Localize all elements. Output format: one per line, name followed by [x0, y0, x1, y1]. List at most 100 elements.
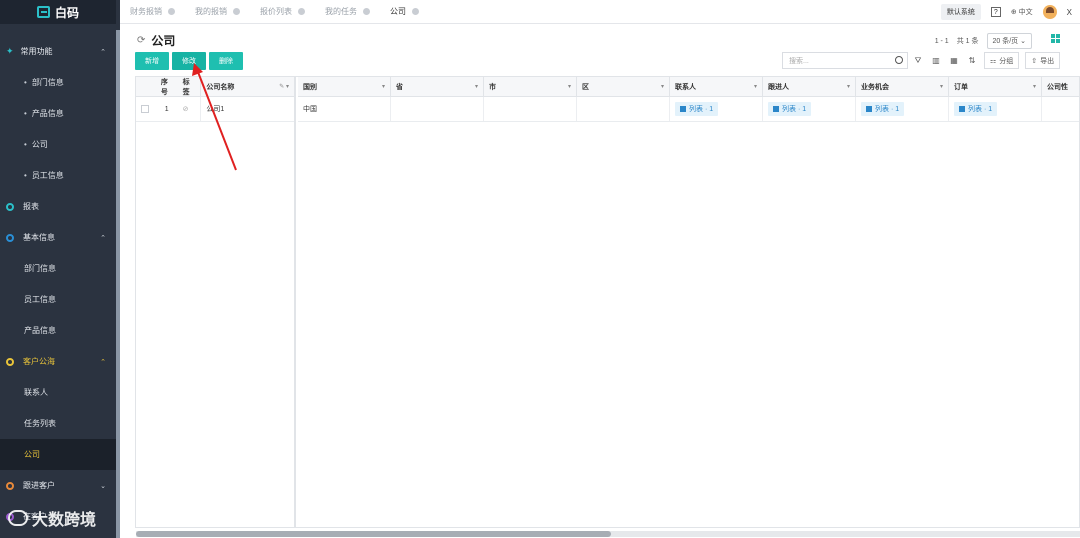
pager-range: 1 - 1 — [934, 37, 949, 45]
filter-icon[interactable]: ⛛ — [912, 52, 924, 69]
sidebar-group-reports[interactable]: 报表 — [0, 191, 116, 222]
add-button[interactable]: 新增 — [135, 52, 169, 70]
refresh-icon[interactable]: ⟳ — [137, 35, 145, 46]
tab-finance-reimburse[interactable]: 财务报销 — [120, 0, 185, 24]
sidebar-group-customer-pool[interactable]: 客户公海 ⌃ — [0, 346, 116, 377]
cell-orders[interactable]: 列表 · 1 — [949, 97, 1042, 121]
sidebar-item-contacts[interactable]: 联系人 — [0, 377, 116, 408]
sidebar-item-department[interactable]: 部门信息 — [0, 67, 116, 98]
table-row[interactable]: 中国 列表 · 1 列表 · 1 列表 · 1 列表 · 1 — [298, 97, 1079, 122]
tab-my-tasks[interactable]: 我的任务 — [315, 0, 380, 24]
list-tag[interactable]: 列表 · 1 — [768, 102, 812, 116]
header-city[interactable]: 市 ▾ — [484, 77, 577, 96]
header-opportunity[interactable]: 业务机会 ▾ — [856, 77, 949, 96]
group-button[interactable]: ⚏ 分组 — [984, 52, 1020, 69]
tab-quote-list[interactable]: 报价列表 — [250, 0, 315, 24]
caret-down-icon[interactable]: ▾ — [568, 83, 571, 90]
chart-icon[interactable]: ▥ — [930, 52, 942, 69]
close-icon[interactable] — [298, 8, 305, 15]
sidebar-item-company-active[interactable]: 公司 — [0, 439, 116, 470]
sidebar-item-department[interactable]: 部门信息 — [0, 253, 116, 284]
header-contacts[interactable]: 联系人 ▾ — [670, 77, 763, 96]
tab-company[interactable]: 公司 — [380, 0, 429, 24]
close-icon[interactable] — [233, 8, 240, 15]
sidebar-item-task-list[interactable]: 任务列表 — [0, 408, 116, 439]
search-input[interactable]: 搜索... — [782, 52, 908, 69]
sidebar-item-product[interactable]: 产品信息 — [0, 315, 116, 346]
circle-icon — [6, 357, 14, 366]
caret-down-icon[interactable]: ▾ — [940, 83, 943, 90]
search-icon[interactable] — [895, 56, 903, 64]
caret-down-icon[interactable]: ▾ — [661, 83, 664, 90]
caret-down-icon[interactable]: ▾ — [754, 83, 757, 90]
help-icon[interactable]: ? — [990, 7, 1001, 17]
edit-button[interactable]: 修改 — [172, 52, 206, 70]
cell-company-name[interactable]: 公司1 — [201, 97, 294, 121]
user-name[interactable]: X — [1067, 8, 1072, 17]
sidebar-group-basic-info[interactable]: 基本信息 ⌃ — [0, 222, 116, 253]
row-checkbox[interactable] — [141, 105, 149, 113]
caret-down-icon[interactable]: ▾ — [475, 83, 478, 90]
app-name: 白码 — [54, 5, 79, 20]
header-country[interactable]: 国别 ▾ — [298, 77, 391, 96]
cell-country[interactable]: 中国 — [298, 97, 391, 121]
sidebar: 白码 ✦ 常用功能 ⌃ 部门信息 产品信息 公司 员工信息 报表 基本信息 ⌃ … — [0, 0, 120, 538]
avatar[interactable] — [1042, 5, 1057, 19]
sidebar-group-label: 跟进客户 — [23, 481, 55, 490]
close-icon[interactable] — [363, 8, 370, 15]
pin-icon[interactable]: ✎ ▾ — [279, 83, 289, 90]
header-company-type[interactable]: 公司性 — [1042, 77, 1079, 96]
header-label: 订单 — [954, 83, 968, 91]
list-icon — [773, 106, 779, 112]
layout-grid-icon[interactable] — [1051, 34, 1060, 43]
close-icon[interactable] — [412, 8, 419, 15]
tab-my-reimburse[interactable]: 我的报销 — [185, 0, 250, 24]
list-tag[interactable]: 列表 · 1 — [675, 102, 719, 116]
cell-district[interactable] — [577, 97, 670, 121]
cell-province[interactable] — [391, 97, 484, 121]
sidebar-item-employee[interactable]: 员工信息 — [0, 284, 116, 315]
scrollbar-thumb[interactable] — [136, 531, 611, 537]
star-icon: ✦ — [6, 46, 14, 56]
sidebar-scrollbar[interactable] — [116, 30, 120, 538]
sidebar-item-product[interactable]: 产品信息 — [0, 98, 116, 129]
cell-follower[interactable]: 列表 · 1 — [763, 97, 856, 121]
header-follower[interactable]: 跟进人 ▾ — [763, 77, 856, 96]
header-province[interactable]: 省 ▾ — [391, 77, 484, 96]
header-company-name[interactable]: 公司名称 ✎ ▾ — [201, 77, 294, 96]
export-button[interactable]: ⇧ 导出 — [1025, 52, 1061, 69]
header-orders[interactable]: 订单 ▾ — [949, 77, 1042, 96]
sidebar-group-follow-up[interactable]: 跟进客户 ⌄ — [0, 470, 116, 501]
sort-icon[interactable]: ⇅ — [966, 52, 978, 69]
caret-down-icon[interactable]: ▾ — [382, 83, 385, 90]
list-tag[interactable]: 列表 · 1 — [861, 102, 905, 116]
delete-button[interactable]: 删除 — [209, 52, 243, 70]
cell-city[interactable] — [484, 97, 577, 121]
table-row[interactable]: 1 ⊘ 公司1 — [136, 97, 294, 122]
header-district[interactable]: 区 ▾ — [577, 77, 670, 96]
cell-opportunity[interactable]: 列表 · 1 — [856, 97, 949, 121]
system-switch-button[interactable]: 默认系统 — [940, 4, 981, 20]
caret-down-icon[interactable]: ▾ — [847, 83, 850, 90]
sidebar-item-company[interactable]: 公司 — [0, 129, 116, 160]
horizontal-scrollbar[interactable] — [136, 531, 1080, 537]
cell-contacts[interactable]: 列表 · 1 — [670, 97, 763, 121]
app-logo[interactable]: 白码 — [0, 0, 116, 24]
header-label: 区 — [582, 83, 589, 91]
sidebar-group-common[interactable]: ✦ 常用功能 ⌃ — [0, 36, 116, 67]
calculator-icon[interactable]: ▦ — [948, 52, 960, 69]
close-icon[interactable] — [168, 8, 175, 15]
list-tag[interactable]: 列表 · 1 — [954, 102, 998, 116]
table-tools: ⛛ ▥ ▦ ⇅ ⚏ 分组 ⇧ 导出 — [912, 52, 1061, 69]
page-size-select[interactable]: 20 条/页 ⌄ — [986, 33, 1032, 49]
table-header: 序号 标签 公司名称 ✎ ▾ — [136, 77, 294, 97]
language-switch[interactable]: ⊕ 中文 — [1011, 7, 1033, 17]
watermark-logo-icon — [8, 510, 28, 526]
caret-down-icon[interactable]: ▾ — [1033, 83, 1036, 90]
circle-icon — [6, 233, 14, 242]
table-scroll-area[interactable]: 国别 ▾ 省 ▾ 市 ▾ 区 ▾ 联系人 ▾ 跟进人 ▾ 业务机会 ▾ 订单 ▾ 公司性 中国 … — [298, 77, 1079, 527]
attachment-icon[interactable]: ⊘ — [178, 97, 202, 121]
sidebar-item-employee[interactable]: 员工信息 — [0, 160, 116, 191]
cell-company-type[interactable] — [1042, 97, 1079, 121]
list-tag-label: 列表 · 1 — [875, 106, 900, 113]
